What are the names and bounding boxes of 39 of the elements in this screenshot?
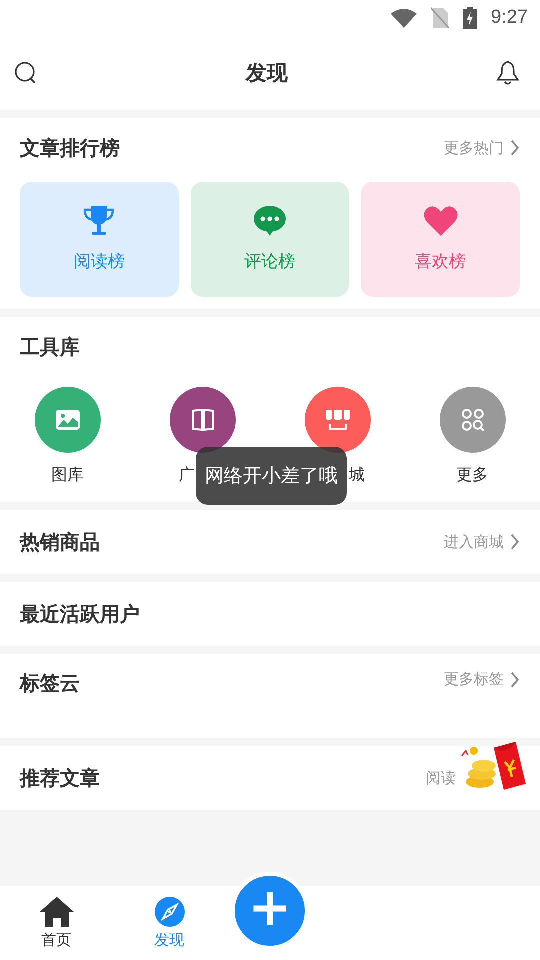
trophy-icon — [83, 206, 116, 236]
nav-tab[interactable]: 首页 — [0, 886, 113, 960]
ranking-card[interactable]: 阅读榜 — [20, 182, 179, 297]
no-sim-icon — [431, 7, 450, 29]
tool-label: 更多 — [456, 465, 488, 486]
nav-tab[interactable]: 发现 — [113, 886, 226, 960]
section-title: 最近活跃用户 — [20, 600, 140, 628]
book-icon — [190, 409, 214, 431]
tool-label: 图库 — [52, 465, 84, 486]
home-icon — [40, 896, 74, 926]
compass-icon — [154, 896, 184, 926]
more-link[interactable]: 更多热门 — [444, 138, 520, 158]
more-link[interactable]: 更多标签 — [444, 670, 520, 689]
ranking-card[interactable]: 喜欢榜 — [361, 182, 520, 297]
toast-message: 网络开小差了哦 — [196, 447, 347, 505]
more-link[interactable]: 阅读 — [426, 768, 456, 788]
more-link[interactable]: 进入商城 — [444, 532, 520, 552]
battery-icon — [463, 7, 478, 29]
clock-time: 9:27 — [491, 7, 528, 29]
section-title: 推荐文章 — [20, 764, 100, 792]
search-icon[interactable] — [14, 61, 38, 85]
tool-label: 广 — [179, 465, 195, 486]
chevron-icon — [510, 672, 520, 688]
shop-icon — [324, 409, 350, 431]
section-title: 工具库 — [20, 334, 80, 360]
heart-icon — [424, 206, 458, 236]
apps-icon — [460, 408, 484, 432]
chevron-icon — [510, 534, 520, 550]
chat-bubble-icon — [254, 206, 286, 236]
ranking-card[interactable]: 评论榜 — [190, 182, 350, 297]
page-title: 发现 — [246, 60, 288, 87]
section-title: 热销商品 — [20, 528, 100, 556]
image-icon — [56, 410, 80, 430]
tool-label: 城 — [349, 465, 365, 486]
bell-icon[interactable] — [496, 60, 520, 86]
section-title: 标签云 — [20, 670, 80, 697]
section-title: 文章排行榜 — [20, 134, 120, 162]
chevron-icon — [510, 140, 520, 156]
wifi-icon — [391, 8, 418, 28]
